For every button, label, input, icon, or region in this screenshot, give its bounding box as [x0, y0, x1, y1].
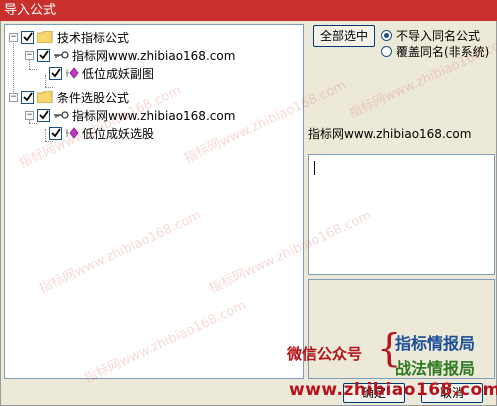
radio-label: 不导入同名公式 — [396, 29, 481, 43]
tree-node-label: 条件选股公式 — [57, 90, 130, 105]
formula-source-label: 指标网www.zhibiao168.com — [308, 127, 472, 141]
checkmark-icon — [38, 110, 49, 120]
import-formula-dialog: − 技术指标公式 − 指标网www.zhibiao168.com 低位成妖副图 — [0, 21, 497, 406]
formula-gem-icon — [66, 127, 79, 139]
checkmark-icon — [22, 92, 33, 102]
tree-node-checkbox[interactable] — [49, 66, 62, 80]
tree-node-checkbox[interactable] — [37, 108, 50, 122]
tree-node-zhibiao-site[interactable]: − 指标网www.zhibiao168.com — [25, 106, 235, 124]
checkmark-icon — [50, 128, 61, 138]
wechat-label: 微信公众号 — [287, 345, 363, 363]
checkmark-icon — [50, 68, 61, 78]
select-all-button[interactable]: 全部选中 — [313, 25, 375, 47]
collapse-toggle-icon[interactable]: − — [25, 50, 34, 60]
tree-node-zhibiao-site[interactable]: − 指标网www.zhibiao168.com — [25, 46, 235, 64]
collapse-toggle-icon[interactable]: − — [25, 110, 34, 120]
checkmark-icon — [22, 32, 33, 42]
tree-node-checkbox[interactable] — [37, 48, 50, 62]
formula-gem-icon — [66, 67, 79, 79]
tree-node-checkbox[interactable] — [21, 90, 34, 104]
radio-overwrite-same-name[interactable]: 覆盖同名(非系统) — [381, 43, 489, 60]
folder-icon — [37, 31, 53, 43]
window-title: 导入公式 — [0, 0, 497, 21]
radio-skip-same-name[interactable]: 不导入同名公式 — [381, 27, 480, 44]
text-caret — [314, 161, 315, 175]
tree-node-condition-screening[interactable]: − 条件选股公式 — [9, 88, 129, 106]
promo-account-b: 战法情报局 — [395, 359, 476, 378]
key-icon — [54, 111, 69, 119]
collapse-toggle-icon[interactable]: − — [9, 32, 18, 42]
tree-node-label: 指标网www.zhibiao168.com — [72, 108, 236, 123]
formula-description-textbox[interactable] — [308, 154, 495, 275]
promo-url: www.zhibiao168.com — [289, 380, 497, 400]
tree-connector — [45, 129, 46, 141]
radio-indicator[interactable] — [381, 46, 392, 57]
key-icon — [54, 51, 69, 59]
promo-account-a: 指标情报局 — [395, 334, 476, 353]
folder-icon — [37, 91, 53, 103]
tree-node-checkbox[interactable] — [21, 30, 34, 44]
formula-tree[interactable]: − 技术指标公式 − 指标网www.zhibiao168.com 低位成妖副图 — [4, 24, 304, 379]
tree-node-formula-low-position-screen[interactable]: 低位成妖选股 — [49, 124, 154, 142]
tree-node-label: 低位成妖副图 — [82, 66, 155, 81]
tree-connector — [29, 69, 37, 70]
tree-node-label: 低位成妖选股 — [82, 126, 155, 141]
tree-node-checkbox[interactable] — [49, 126, 62, 140]
tree-node-tech-indicators[interactable]: − 技术指标公式 — [9, 28, 129, 46]
checkmark-icon — [38, 50, 49, 60]
tree-node-label: 技术指标公式 — [57, 30, 130, 45]
tree-node-formula-low-position-chart[interactable]: 低位成妖副图 — [49, 64, 154, 82]
radio-indicator-selected[interactable] — [381, 30, 392, 41]
tree-node-label: 指标网www.zhibiao168.com — [72, 48, 236, 63]
tree-connector — [45, 75, 46, 87]
collapse-toggle-icon[interactable]: − — [9, 92, 18, 102]
radio-label: 覆盖同名(非系统) — [396, 45, 490, 59]
